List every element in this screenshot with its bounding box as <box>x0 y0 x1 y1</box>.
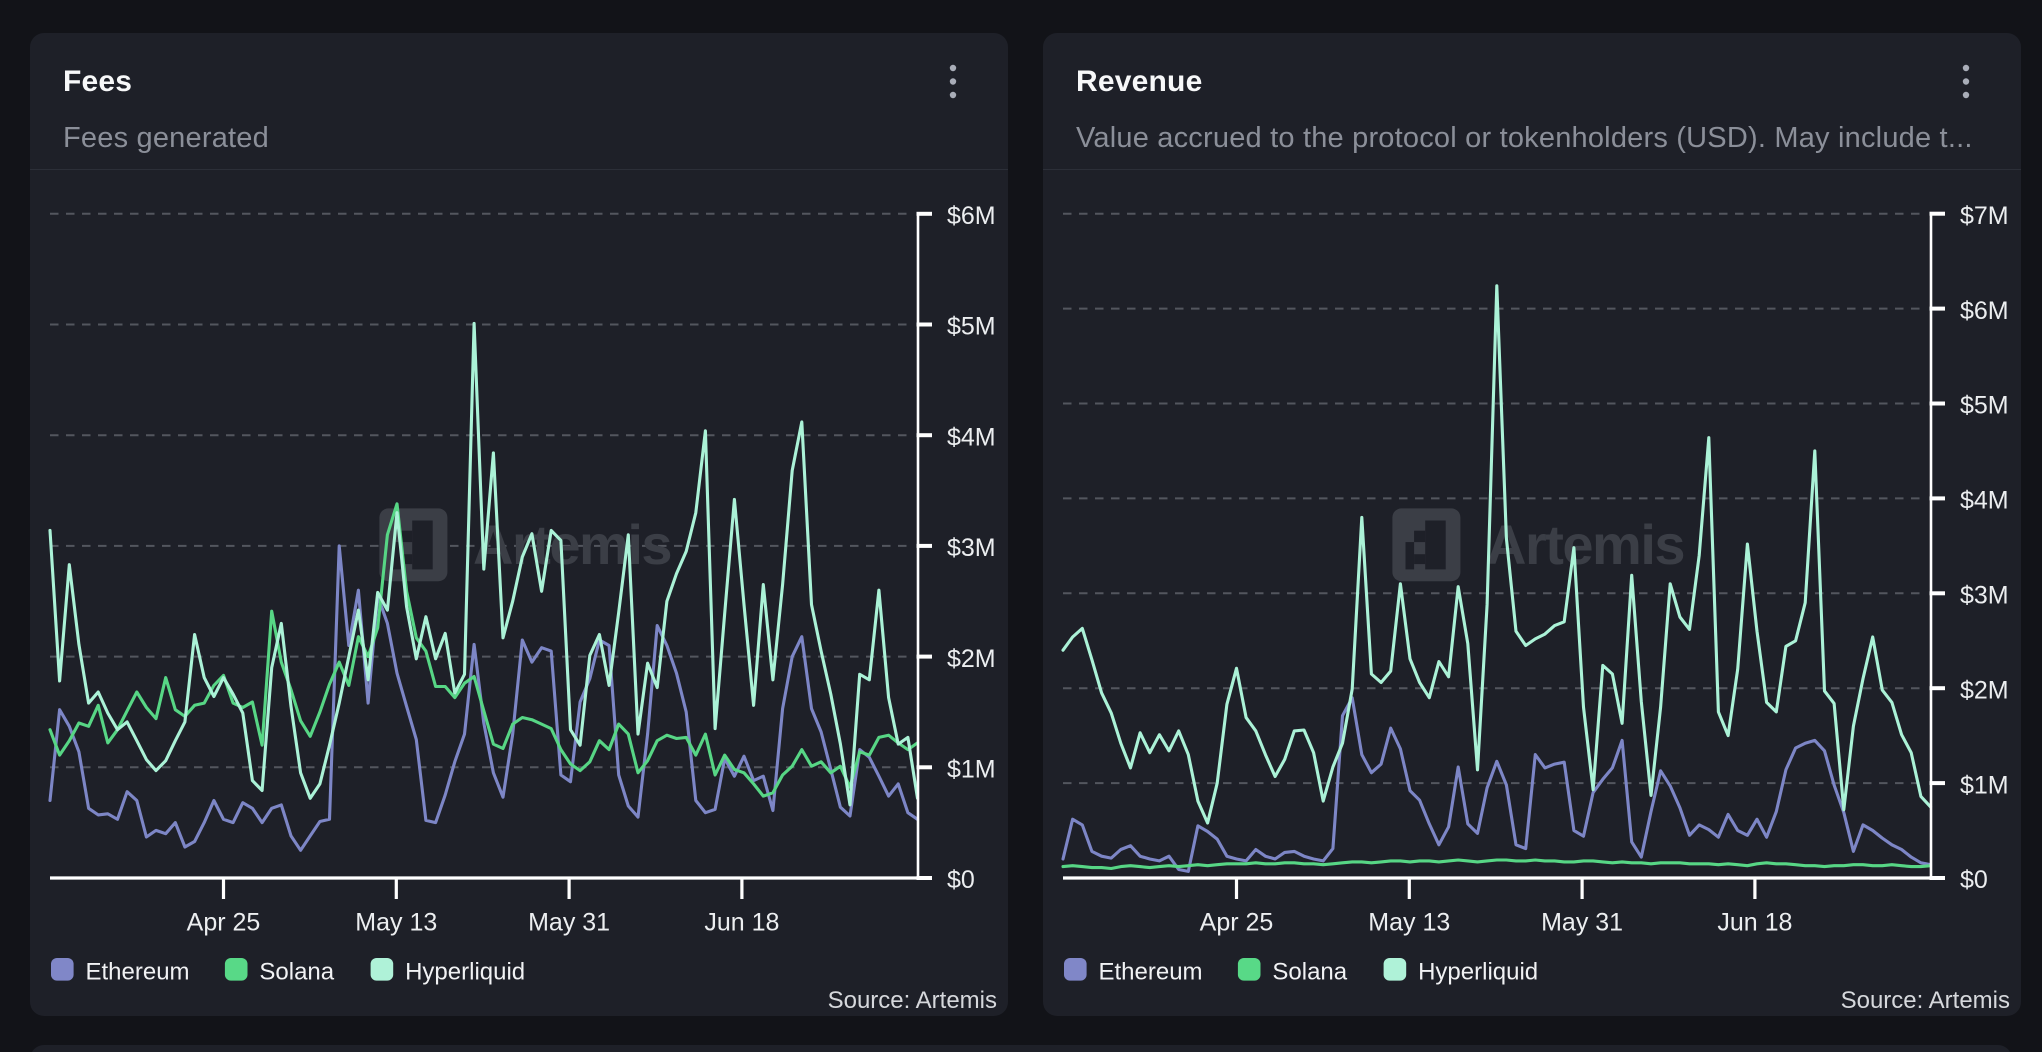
svg-text:Source: Artemis: Source: Artemis <box>1841 987 2010 1014</box>
svg-text:$2M: $2M <box>947 645 996 673</box>
svg-text:$5M: $5M <box>1960 392 2009 420</box>
svg-text:May 13: May 13 <box>355 909 437 937</box>
svg-text:$1M: $1M <box>1960 771 2009 799</box>
svg-text:$0: $0 <box>1960 866 1988 894</box>
svg-text:May 13: May 13 <box>1368 909 1450 937</box>
svg-text:$6M: $6M <box>947 202 996 230</box>
svg-text:Ethereum: Ethereum <box>1099 958 1203 985</box>
svg-text:Jun 18: Jun 18 <box>704 909 779 937</box>
svg-text:$3M: $3M <box>1960 582 2009 610</box>
svg-text:Artemis: Artemis <box>473 513 671 576</box>
svg-text:May 31: May 31 <box>1541 909 1623 937</box>
svg-text:Artemis: Artemis <box>1486 513 1684 576</box>
svg-text:$3M: $3M <box>947 534 996 562</box>
svg-text:$1M: $1M <box>947 756 996 784</box>
svg-text:Solana: Solana <box>259 958 334 985</box>
svg-text:$6M: $6M <box>1960 297 2009 325</box>
svg-text:$7M: $7M <box>1960 202 2009 230</box>
svg-text:Apr 25: Apr 25 <box>1200 909 1274 937</box>
svg-text:$5M: $5M <box>947 313 996 341</box>
svg-text:$2M: $2M <box>1960 676 2009 704</box>
svg-text:Hyperliquid: Hyperliquid <box>405 958 525 985</box>
svg-text:Ethereum: Ethereum <box>86 958 190 985</box>
svg-text:$0: $0 <box>947 866 975 894</box>
svg-text:Solana: Solana <box>1272 958 1347 985</box>
svg-text:Apr 25: Apr 25 <box>187 909 261 937</box>
svg-text:$4M: $4M <box>1960 487 2009 515</box>
svg-text:Jun 18: Jun 18 <box>1717 909 1792 937</box>
svg-text:Hyperliquid: Hyperliquid <box>1418 958 1538 985</box>
svg-text:Source: Artemis: Source: Artemis <box>828 987 997 1014</box>
svg-text:$4M: $4M <box>947 423 996 451</box>
svg-text:May 31: May 31 <box>528 909 610 937</box>
